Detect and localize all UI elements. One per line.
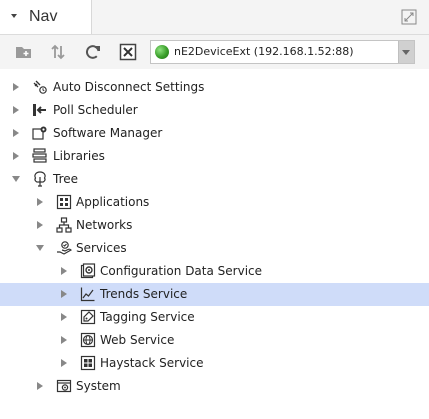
refresh-icon[interactable] (83, 42, 103, 62)
collapse-arrow-icon[interactable] (11, 174, 21, 184)
collapse-arrow-icon[interactable] (35, 243, 45, 253)
tree-item-label: Configuration Data Service (100, 264, 263, 278)
expand-arrow-icon[interactable] (59, 358, 69, 368)
tree-item-auto-disconnect-settings[interactable]: Auto Disconnect Settings (0, 76, 429, 99)
expand-arrow-icon[interactable] (35, 381, 45, 391)
new-folder-icon[interactable] (14, 42, 34, 62)
tree-icon (32, 171, 48, 187)
tree-item-tagging-service[interactable]: Tagging Service (0, 306, 429, 329)
system-gear-icon (56, 378, 72, 394)
tree-item-label: Haystack Service (100, 356, 204, 370)
tag-icon (80, 309, 96, 325)
tree-item-applications[interactable]: Applications (0, 191, 429, 214)
tree-item-label: Services (76, 241, 127, 255)
expand-arrow-icon[interactable] (11, 128, 21, 138)
device-selector[interactable]: nE2DeviceExt (192.168.1.52:88) (150, 40, 415, 64)
tree-item-label: Software Manager (53, 126, 163, 140)
nav-tab[interactable]: Nav (0, 0, 92, 34)
close-icon[interactable] (118, 42, 138, 62)
connection-status-icon (155, 45, 169, 59)
sync-arrows-icon[interactable] (48, 42, 68, 62)
tree-item-label: Trends Service (100, 287, 188, 301)
tree-item-software-manager[interactable]: Software Manager (0, 122, 429, 145)
tree-item-networks[interactable]: Networks (0, 214, 429, 237)
tree-item-label: Tagging Service (100, 310, 195, 324)
poll-scheduler-icon (32, 102, 48, 118)
expand-arrow-icon[interactable] (35, 197, 45, 207)
tree-item-libraries[interactable]: Libraries (0, 145, 429, 168)
expand-arrow-icon[interactable] (59, 289, 69, 299)
tree-item-tree[interactable]: Tree (0, 168, 429, 191)
maximize-icon[interactable] (401, 9, 417, 25)
tree-item-trends-service[interactable]: Trends Service (0, 283, 429, 306)
network-icon (56, 217, 72, 233)
library-books-icon (32, 148, 48, 164)
services-hand-icon (56, 240, 72, 256)
tree-item-label: Tree (53, 172, 79, 186)
tree-item-label: Web Service (100, 333, 175, 347)
configuration-data-icon (80, 263, 96, 279)
tree-item-system[interactable]: System (0, 375, 429, 398)
tree-item-label: Auto Disconnect Settings (53, 80, 205, 94)
caret-down-icon[interactable] (9, 11, 19, 21)
globe-icon (80, 332, 96, 348)
tree-item-web-service[interactable]: Web Service (0, 329, 429, 352)
tree-item-haystack-service[interactable]: Haystack Service (0, 352, 429, 375)
expand-arrow-icon[interactable] (59, 335, 69, 345)
tree-item-label: Poll Scheduler (53, 103, 138, 117)
expand-arrow-icon[interactable] (59, 312, 69, 322)
expand-arrow-icon[interactable] (11, 105, 21, 115)
tree-item-label: Applications (76, 195, 150, 209)
expand-arrow-icon[interactable] (11, 82, 21, 92)
tree-item-configuration-data-service[interactable]: Configuration Data Service (0, 260, 429, 283)
expand-arrow-icon[interactable] (59, 266, 69, 276)
software-manager-icon (32, 125, 48, 141)
tree-item-label: System (76, 379, 121, 393)
tree-item-label: Networks (76, 218, 133, 232)
nav-header: Nav (0, 0, 429, 35)
applications-grid-icon (56, 194, 72, 210)
tree-item-poll-scheduler[interactable]: Poll Scheduler (0, 99, 429, 122)
dropdown-arrow-icon[interactable] (398, 41, 414, 63)
haystack-icon (80, 355, 96, 371)
device-selector-value: nE2DeviceExt (192.168.1.52:88) (174, 45, 354, 58)
disconnect-plug-icon (32, 79, 48, 95)
nav-tab-title: Nav (29, 8, 58, 25)
trend-chart-icon (80, 286, 96, 302)
tree-item-services[interactable]: Services (0, 237, 429, 260)
expand-arrow-icon[interactable] (11, 151, 21, 161)
expand-arrow-icon[interactable] (35, 220, 45, 230)
tree-item-label: Libraries (53, 149, 105, 163)
